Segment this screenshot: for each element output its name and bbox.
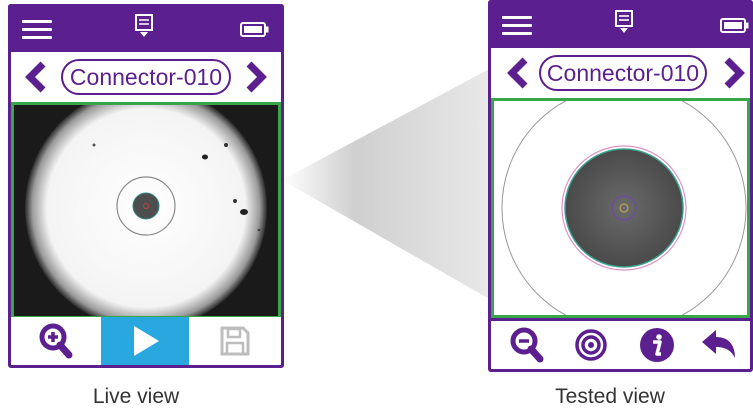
play-icon: [134, 326, 159, 356]
menu-icon[interactable]: [502, 16, 532, 35]
live-view-caption: Live view: [92, 385, 180, 408]
back-button[interactable]: [691, 321, 747, 369]
top-bar: [8, 4, 284, 52]
chevron-right-icon[interactable]: [721, 56, 747, 90]
zoom-out-button[interactable]: [499, 321, 555, 369]
battery-icon: [240, 22, 269, 37]
save-icon: [220, 326, 250, 356]
info-button[interactable]: [629, 321, 685, 369]
fiber-endface-tested: [501, 101, 747, 315]
save-button[interactable]: [189, 317, 281, 365]
info-icon: [640, 328, 674, 362]
chevron-right-icon[interactable]: [243, 60, 269, 94]
fiber-endface-live: [14, 105, 278, 316]
tested-fiber-image: [491, 98, 750, 318]
connector-name[interactable]: Connector-010: [539, 55, 707, 91]
document-download-icon[interactable]: [134, 14, 154, 38]
document-download-icon[interactable]: [614, 10, 634, 34]
zoom-in-icon: [39, 323, 73, 359]
connector-nav: Connector-010: [491, 48, 750, 98]
target-icon: [575, 329, 607, 361]
live-view-device: Connector-010: [8, 4, 284, 368]
connector-name[interactable]: Connector-010: [61, 59, 231, 95]
chevron-left-icon[interactable]: [23, 60, 49, 94]
connector-nav: Connector-010: [11, 52, 281, 102]
live-fiber-image: [11, 102, 281, 319]
menu-icon[interactable]: [22, 20, 52, 39]
tested-toolbar: [491, 321, 750, 369]
tested-view-caption: Tested view: [555, 385, 665, 408]
battery-icon: [720, 18, 749, 33]
top-bar: [488, 0, 753, 48]
back-icon: [702, 330, 735, 358]
zoom-out-icon: [510, 327, 544, 363]
play-button[interactable]: [101, 317, 189, 365]
target-button[interactable]: [563, 321, 619, 369]
live-toolbar: [11, 317, 281, 365]
tested-view-device: Connector-010: [488, 0, 753, 372]
chevron-left-icon[interactable]: [505, 56, 531, 90]
zoom-in-button[interactable]: [11, 317, 101, 365]
